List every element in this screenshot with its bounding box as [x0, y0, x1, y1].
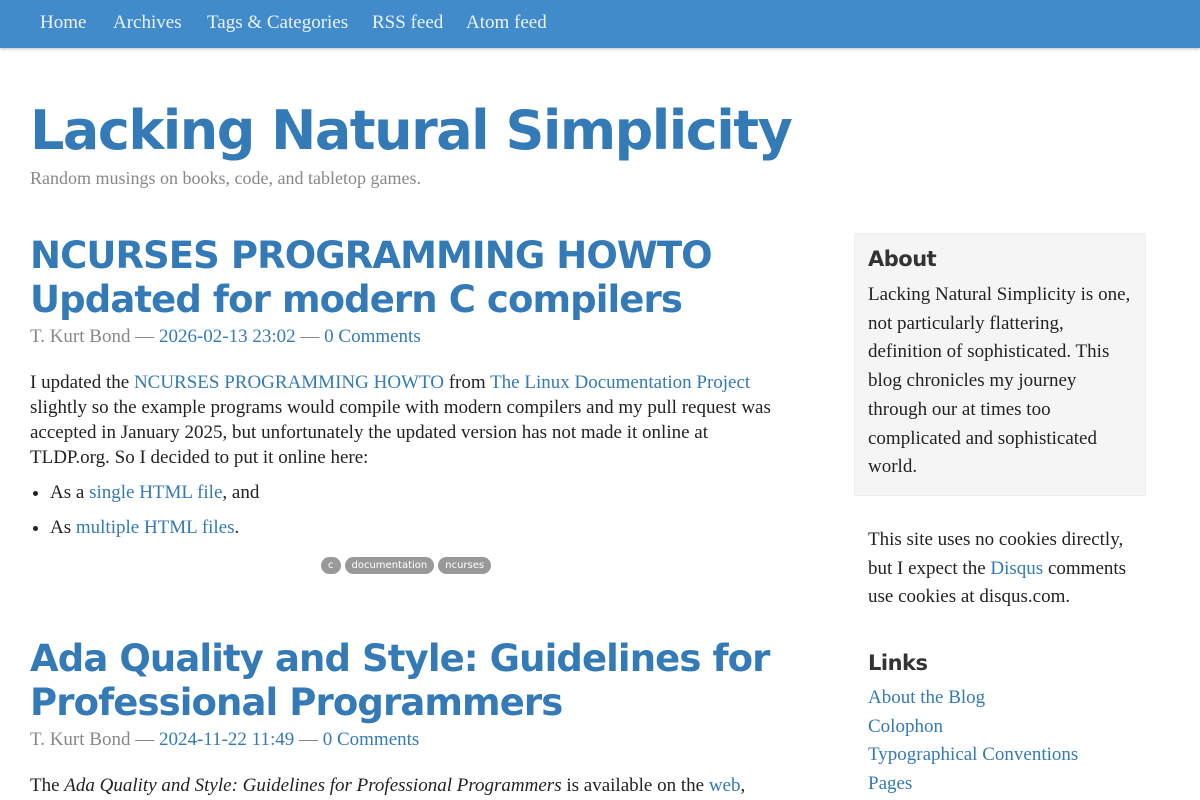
link-about-the-blog[interactable]: About the Blog — [868, 687, 985, 708]
tag-documentation[interactable]: documentation — [344, 557, 435, 574]
text-run: . — [234, 517, 240, 538]
site-title[interactable]: Lacking Natural Simplicity — [30, 98, 793, 164]
list-item: As a single HTML file, and — [50, 480, 790, 505]
nav-atom-feed[interactable]: Atom feed — [466, 12, 547, 34]
post-title[interactable]: NCURSES PROGRAMMING HOWTO Updated for mo… — [30, 234, 810, 322]
post-comments-link[interactable]: 0 Comments — [324, 326, 421, 347]
site-subtitle: Random musings on books, code, and table… — [30, 168, 421, 188]
text-run: slightly so the example programs would c… — [30, 397, 771, 468]
web-link[interactable]: web — [709, 775, 741, 796]
list-item: As multiple HTML files. — [50, 515, 790, 540]
link-typographical-conventions[interactable]: Typographical Conventions — [868, 744, 1078, 765]
nav-rss-feed[interactable]: RSS feed — [372, 12, 443, 34]
text-run: The — [30, 775, 65, 796]
post-comments-link[interactable]: 0 Comments — [323, 729, 420, 750]
post-meta: T. Kurt Bond — 2024-11-22 11:49 — 0 Comm… — [30, 729, 419, 751]
post-author: T. Kurt Bond — [30, 326, 131, 347]
text-run: is available on the — [561, 775, 709, 796]
nav-tags[interactable]: Tags & Categories — [207, 12, 348, 34]
post-link-list: As a single HTML file, and As multiple H… — [30, 480, 790, 540]
top-navbar: Home Archives Tags & Categories RSS feed… — [0, 0, 1200, 48]
post-body: The Ada Quality and Style: Guidelines fo… — [30, 773, 790, 798]
post-body: I updated the NCURSES PROGRAMMING HOWTO … — [30, 370, 790, 550]
multiple-html-link[interactable]: multiple HTML files — [76, 517, 235, 538]
post-date-link[interactable]: 2026-02-13 23:02 — [159, 326, 296, 347]
text-run: , — [740, 775, 746, 796]
list-item: Colophon — [868, 713, 1078, 742]
about-text: Lacking Natural Simplicity is one, not p… — [868, 284, 1131, 478]
list-item: Typographical Conventions — [868, 741, 1078, 770]
text-run: I updated the — [30, 372, 134, 393]
post-meta: T. Kurt Bond — 2026-02-13 23:02 — 0 Comm… — [30, 326, 421, 348]
post-title-line[interactable]: Ada Quality and Style: Guidelines for — [30, 637, 770, 680]
post-date-link[interactable]: 2024-11-22 11:49 — [159, 729, 294, 750]
text-run: As a — [50, 482, 90, 503]
meta-separator: — — [295, 326, 325, 347]
post-title-line[interactable]: Updated for modern C compilers — [30, 278, 683, 321]
cookies-notice: This site uses no cookies directly, but … — [868, 526, 1148, 612]
text-run: , and — [222, 482, 260, 503]
about-heading: About — [868, 247, 937, 271]
tldp-link[interactable]: The Linux Documentation Project — [490, 372, 750, 393]
post-title-line[interactable]: Professional Programmers — [30, 681, 563, 724]
post-title[interactable]: Ada Quality and Style: Guidelines for Pr… — [30, 637, 810, 725]
post-tags: c documentation ncurses — [321, 557, 495, 574]
tag-c[interactable]: c — [321, 557, 341, 574]
single-html-link[interactable]: single HTML file — [89, 482, 222, 503]
list-item: About the Blog — [868, 684, 1078, 713]
post-paragraph: I updated the NCURSES PROGRAMMING HOWTO … — [30, 370, 790, 470]
post-title-line[interactable]: NCURSES PROGRAMMING HOWTO — [30, 234, 713, 277]
post-author: T. Kurt Bond — [30, 729, 131, 750]
post-paragraph: The Ada Quality and Style: Guidelines fo… — [30, 773, 790, 798]
link-pages[interactable]: Pages — [868, 773, 912, 794]
links-heading: Links — [868, 651, 928, 675]
text-run: from — [443, 372, 491, 393]
disqus-link[interactable]: Disqus — [990, 558, 1043, 579]
meta-separator: — — [130, 326, 159, 347]
book-title: Ada Quality and Style: Guidelines for Pr… — [64, 775, 562, 796]
list-item: Pages — [868, 770, 1078, 799]
meta-separator: — — [294, 729, 323, 750]
links-list: About the Blog Colophon Typographical Co… — [868, 684, 1078, 799]
meta-separator: — — [130, 729, 159, 750]
text-run: As — [50, 517, 76, 538]
ncurses-howto-link[interactable]: NCURSES PROGRAMMING HOWTO — [134, 372, 444, 393]
nav-home[interactable]: Home — [40, 12, 86, 34]
nav-archives[interactable]: Archives — [113, 12, 182, 34]
link-colophon[interactable]: Colophon — [868, 716, 943, 737]
tag-ncurses[interactable]: ncurses — [438, 557, 492, 574]
